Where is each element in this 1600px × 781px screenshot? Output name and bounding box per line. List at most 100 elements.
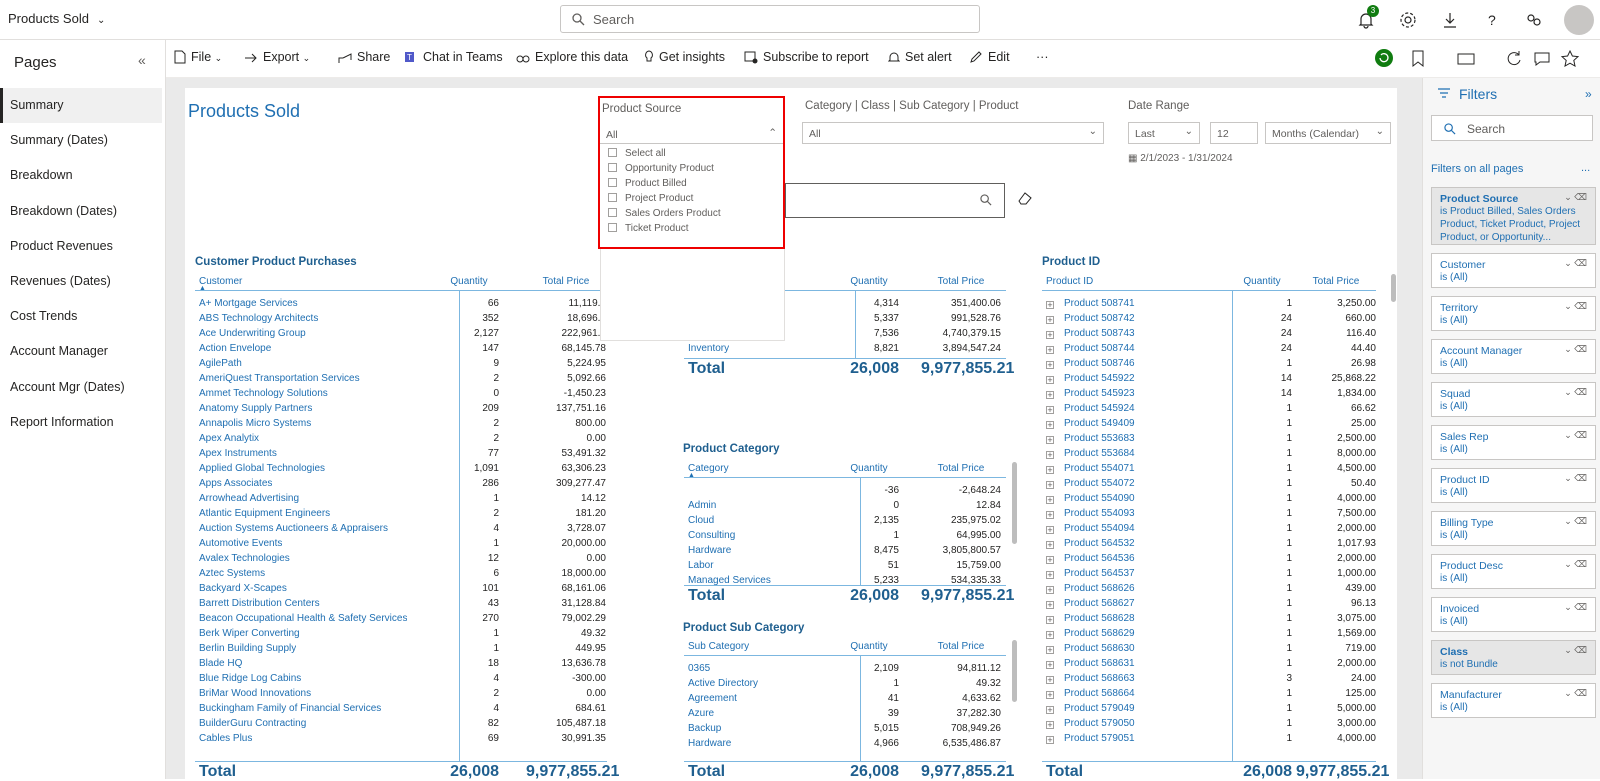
date-count-input[interactable]: 12 (1210, 122, 1258, 144)
page-item-summary[interactable]: Summary (0, 88, 162, 123)
feedback-icon[interactable] (1524, 10, 1544, 30)
page-item-breakdown-dates-[interactable]: Breakdown (Dates) (0, 194, 162, 229)
filter-card-product-source[interactable]: Product Source is Product Billed, Sales O… (1431, 187, 1596, 245)
date-mode-dropdown[interactable]: Last ⌄ (1128, 122, 1200, 144)
expand-icon[interactable]: + (1046, 361, 1054, 370)
share-button[interactable]: Share (338, 50, 390, 64)
expand-icon[interactable]: + (1046, 391, 1054, 400)
page-item-breakdown[interactable]: Breakdown (0, 158, 162, 193)
expand-icon[interactable]: + (1046, 571, 1054, 580)
table-row[interactable]: + Product 568627 1 96.13 (0, 598, 1600, 613)
explore-data-button[interactable]: Explore this data (516, 50, 628, 64)
chat-in-teams-button[interactable]: T Chat in Teams (404, 50, 503, 64)
expand-icon[interactable]: + (1046, 301, 1054, 310)
table-row[interactable]: + Product 549409 1 25.00 (0, 418, 1600, 433)
column-header[interactable]: Total Price (526, 276, 606, 287)
expand-icon[interactable]: + (1046, 721, 1054, 730)
expand-icon[interactable]: + (1046, 496, 1054, 505)
set-alert-button[interactable]: Set alert (887, 50, 952, 64)
report-title-menu[interactable]: Products Sold ⌄ (8, 11, 105, 26)
table-row[interactable]: + Product 568628 1 3,075.00 (0, 613, 1600, 628)
star-icon[interactable] (1560, 49, 1580, 69)
date-unit-dropdown[interactable]: Months (Calendar) ⌄ (1265, 122, 1391, 144)
table-row[interactable]: + Product 553683 1 2,500.00 (0, 433, 1600, 448)
expand-icon[interactable]: + (1046, 736, 1054, 745)
category-slicer-dropdown[interactable]: All ⌄ (802, 122, 1104, 144)
chevron-and-clear-icons[interactable]: ⌄ ⌫ (1564, 559, 1587, 570)
expand-icon[interactable]: » (1585, 87, 1592, 101)
get-insights-button[interactable]: Get insights (644, 50, 725, 64)
view-icon[interactable] (1456, 49, 1476, 69)
subscribe-button[interactable]: Subscribe to report (744, 50, 869, 64)
expand-icon[interactable]: + (1046, 466, 1054, 475)
table-row[interactable]: + Product 508746 1 26.98 (0, 358, 1600, 373)
table-row[interactable]: + Product 564532 1 1,017.93 (0, 538, 1600, 553)
filter-card-invoiced[interactable]: Invoiced is (All) ⌄ ⌫ (1431, 597, 1596, 632)
expand-icon[interactable]: + (1046, 481, 1054, 490)
expand-icon[interactable]: + (1046, 436, 1054, 445)
product-source-option[interactable]: Sales Orders Product (608, 208, 721, 219)
checkbox[interactable] (608, 178, 617, 187)
expand-icon[interactable]: + (1046, 346, 1054, 355)
checkbox[interactable] (608, 163, 617, 172)
download-icon[interactable] (1440, 10, 1460, 30)
filter-card-account-manager[interactable]: Account Manager is (All) ⌄ ⌫ (1431, 339, 1596, 374)
filter-card-billing-type[interactable]: Billing Type is (All) ⌄ ⌫ (1431, 511, 1596, 546)
more-options-icon[interactable]: ... (1581, 162, 1590, 174)
table-row[interactable]: + Product 554093 1 7,500.00 (0, 508, 1600, 523)
chevron-and-clear-icons[interactable]: ⌄ ⌫ (1564, 688, 1587, 699)
help-icon[interactable]: ? (1482, 10, 1502, 30)
column-header[interactable]: Quantity (1232, 276, 1292, 287)
product-source-option[interactable]: Opportunity Product (608, 163, 714, 174)
expand-icon[interactable]: + (1046, 316, 1054, 325)
product-source-option[interactable]: Select all (608, 148, 666, 159)
expand-icon[interactable]: + (1046, 526, 1054, 535)
reset-icon[interactable] (1374, 48, 1394, 68)
filter-search-input[interactable]: Search (1431, 115, 1593, 141)
table-row[interactable]: + Product 554072 1 50.40 (0, 478, 1600, 493)
scrollbar[interactable] (1391, 274, 1396, 302)
table-row[interactable]: + Product 568626 1 439.00 (0, 583, 1600, 598)
table-row[interactable]: + Product 508742 24 660.00 (0, 313, 1600, 328)
expand-icon[interactable]: + (1046, 676, 1054, 685)
filter-card-manufacturer[interactable]: Manufacturer is (All) ⌄ ⌫ (1431, 683, 1596, 718)
bookmark-icon[interactable] (1408, 49, 1428, 69)
chevron-and-clear-icons[interactable]: ⌄ ⌫ (1564, 387, 1587, 398)
expand-icon[interactable]: + (1046, 406, 1054, 415)
expand-icon[interactable]: + (1046, 646, 1054, 655)
table-row[interactable]: + Product 568630 1 719.00 (0, 643, 1600, 658)
gear-icon[interactable] (1398, 10, 1418, 30)
checkbox[interactable] (608, 148, 617, 157)
expand-icon[interactable]: + (1046, 586, 1054, 595)
chevron-and-clear-icons[interactable]: ⌄ ⌫ (1564, 430, 1587, 441)
expand-icon[interactable]: + (1046, 556, 1054, 565)
search-input[interactable]: Search (560, 5, 980, 33)
expand-icon[interactable]: + (1046, 601, 1054, 610)
chevron-and-clear-icons[interactable]: ⌄ ⌫ (1564, 516, 1587, 527)
chevron-and-clear-icons[interactable]: ⌄ ⌫ (1564, 258, 1587, 269)
checkbox[interactable] (608, 208, 617, 217)
chevron-and-clear-icons[interactable]: ⌄ ⌫ (1564, 192, 1587, 203)
chevron-and-clear-icons[interactable]: ⌄ ⌫ (1564, 344, 1587, 355)
table-row[interactable]: + Product 545924 1 66.62 (0, 403, 1600, 418)
column-header[interactable]: Product ID (1046, 276, 1166, 287)
filter-card-territory[interactable]: Territory is (All) ⌄ ⌫ (1431, 296, 1596, 331)
filter-card-product-desc[interactable]: Product Desc is (All) ⌄ ⌫ (1431, 554, 1596, 589)
table-row[interactable]: + Product 568664 1 125.00 (0, 688, 1600, 703)
chevron-and-clear-icons[interactable]: ⌄ ⌫ (1564, 645, 1587, 656)
chevron-and-clear-icons[interactable]: ⌄ ⌫ (1564, 602, 1587, 613)
table-row[interactable]: + Product 568629 1 1,569.00 (0, 628, 1600, 643)
table-row[interactable]: + Product 554090 1 4,000.00 (0, 493, 1600, 508)
checkbox[interactable] (608, 223, 617, 232)
column-header[interactable]: Total Price (1296, 276, 1376, 287)
comment-icon[interactable] (1532, 49, 1552, 69)
expand-icon[interactable]: + (1046, 376, 1054, 385)
table-row[interactable]: + Product 508744 24 44.40 (0, 343, 1600, 358)
table-row[interactable]: + Product 545923 14 1,834.00 (0, 388, 1600, 403)
eraser-icon[interactable] (1017, 191, 1033, 205)
edit-button[interactable]: Edit (969, 50, 1010, 64)
product-source-slicer[interactable]: Product Source All ⌃ Select all Opportunit… (598, 96, 785, 249)
expand-icon[interactable]: + (1046, 616, 1054, 625)
table-row[interactable]: + Product 508743 24 116.40 (0, 328, 1600, 343)
expand-icon[interactable]: + (1046, 511, 1054, 520)
